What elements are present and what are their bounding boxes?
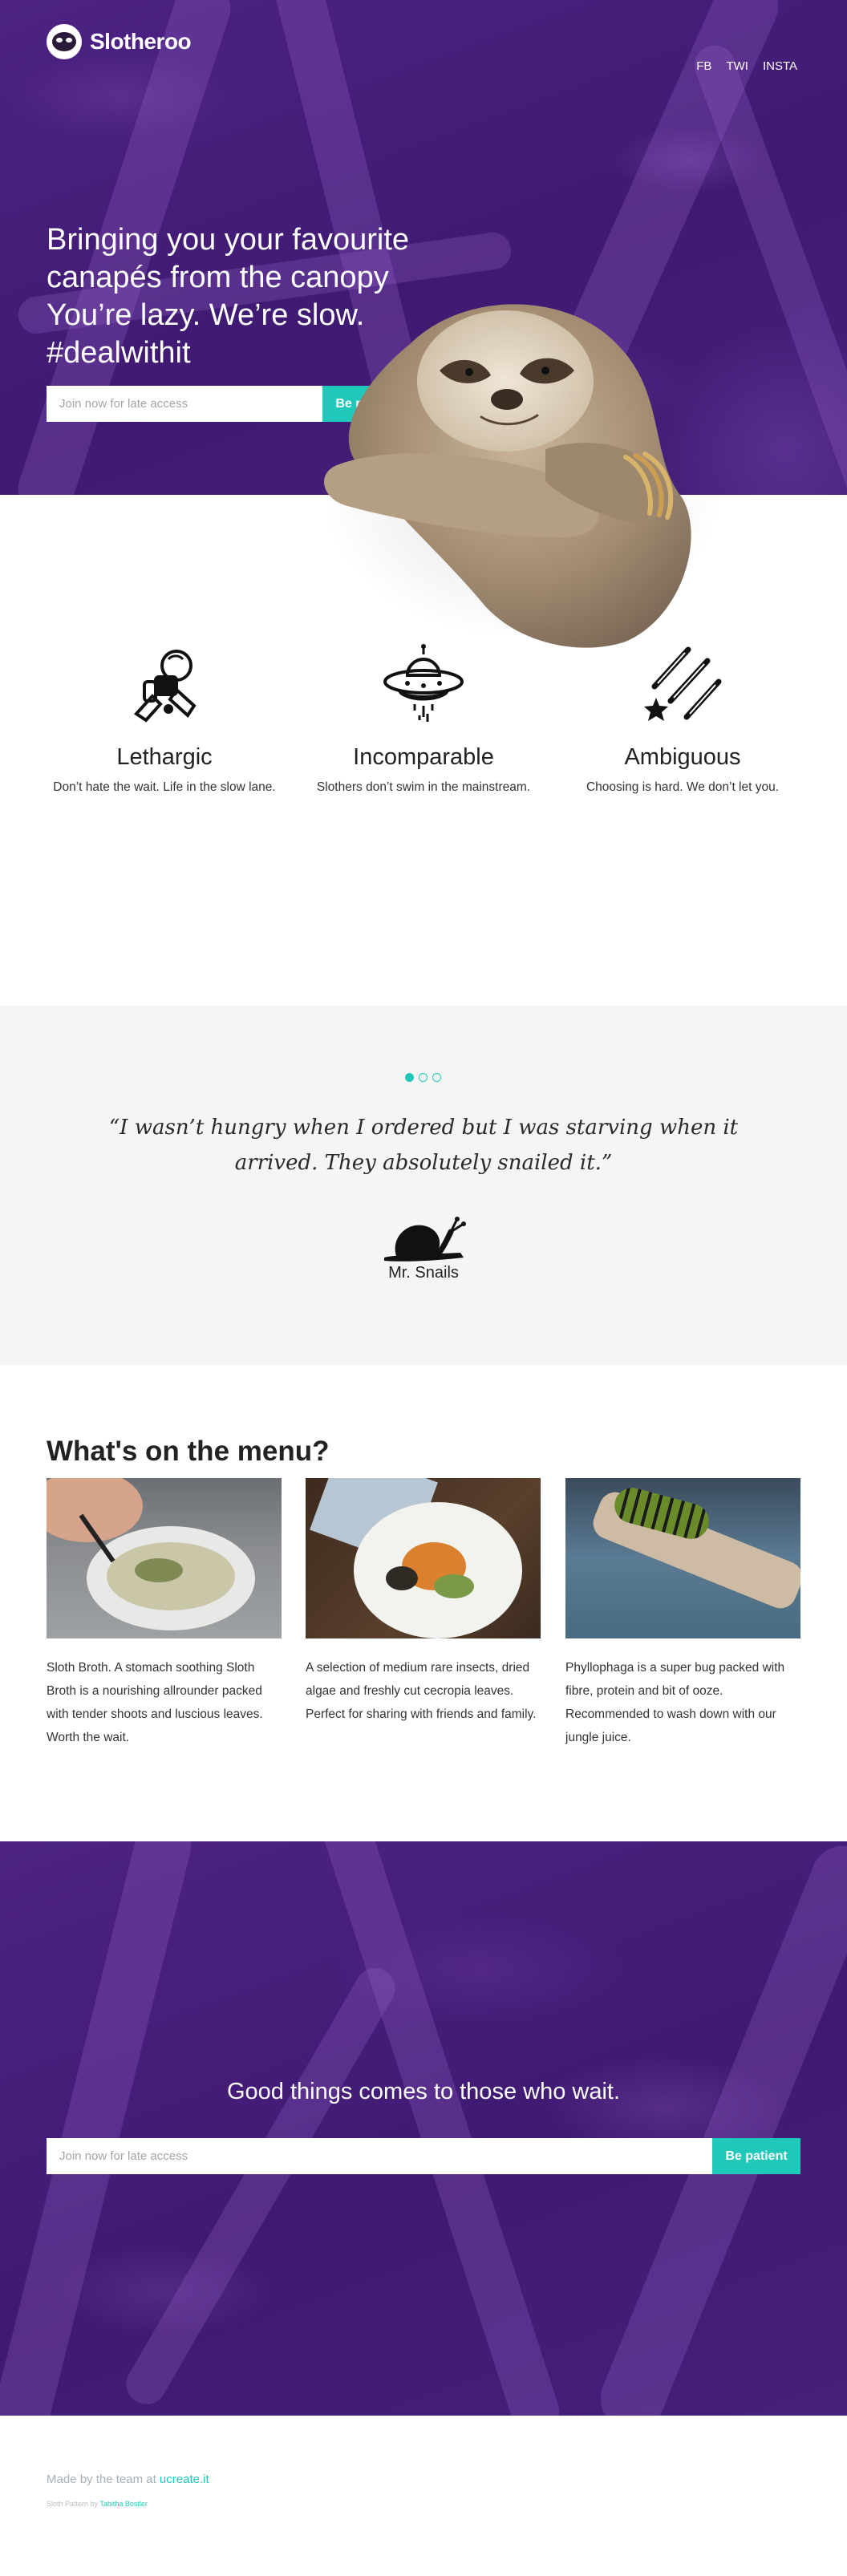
- footer-made-by-text: Made by the team at: [47, 2473, 160, 2486]
- cta-signup-form: Be patient: [47, 2138, 800, 2174]
- nav-link-twi[interactable]: TWI: [726, 59, 748, 73]
- features-section: Lethargic Don’t hate the wait. Life in t…: [0, 642, 847, 850]
- cta-be-patient-button[interactable]: Be patient: [712, 2138, 800, 2174]
- feature-title: Lethargic: [116, 744, 213, 770]
- feature-title: Ambiguous: [624, 744, 741, 770]
- feature-card: Lethargic Don’t hate the wait. Life in t…: [44, 642, 285, 796]
- sloth-face-icon: [47, 24, 82, 59]
- jungle-pattern: [119, 1961, 403, 2412]
- carousel-dot-1[interactable]: [405, 1073, 414, 1082]
- feature-text: Choosing is hard. We don’t let you.: [586, 780, 780, 794]
- feature-card: Ambiguous Choosing is hard. We don’t let…: [562, 642, 803, 796]
- ufo-icon: [383, 644, 464, 722]
- carousel-dot-2[interactable]: [419, 1073, 428, 1082]
- carousel-dots: [405, 1073, 441, 1082]
- footer-credit-text: Sloth Pattern by: [47, 2500, 100, 2508]
- menu-item-text: A selection of medium rare insects, drie…: [306, 1661, 537, 1721]
- cta-title: Good things comes to those who wait.: [226, 2079, 621, 2104]
- soup-bowl-photo: [47, 1478, 282, 1638]
- cta-section: Good things comes to those who wait. Be …: [0, 1841, 847, 2416]
- ucreate-link[interactable]: ucreate.it: [160, 2473, 209, 2486]
- sloth-illustration: [323, 304, 691, 648]
- hero-email-input[interactable]: [47, 386, 322, 422]
- shooting-stars-icon: [644, 646, 722, 721]
- menu-title: What's on the menu?: [47, 1436, 330, 1467]
- cta-email-input[interactable]: [47, 2138, 712, 2174]
- testimonial-quote: “I wasn’t hungry when I ordered but I wa…: [108, 1116, 739, 1175]
- footer-made-by: Made by the team at ucreate.it: [47, 2473, 209, 2486]
- pattern-credit-link[interactable]: Tabitha Bostler: [99, 2500, 148, 2508]
- social-nav: FB TWI INSTA: [696, 59, 797, 73]
- astronaut-icon: [133, 650, 197, 723]
- nav-link-insta[interactable]: INSTA: [763, 59, 797, 73]
- menu-card: Sloth Broth. A stomach soothing Sloth Br…: [47, 1478, 282, 1749]
- menu-item-text: Sloth Broth. A stomach soothing Sloth Br…: [47, 1661, 263, 1744]
- menu-item-text: Phyllophaga is a super bug packed with f…: [565, 1661, 785, 1744]
- feature-text: Don’t hate the wait. Life in the slow la…: [53, 780, 276, 794]
- snail-icon: [384, 1217, 466, 1262]
- brand-logo[interactable]: Slotheroo: [47, 24, 192, 59]
- testimonial-author: Mr. Snails: [388, 1264, 459, 1282]
- nav-link-fb[interactable]: FB: [696, 59, 711, 73]
- carousel-dot-3[interactable]: [432, 1073, 441, 1082]
- testimonial-section: “I wasn’t hungry when I ordered but I wa…: [0, 1006, 847, 1365]
- jungle-pattern: [316, 1841, 566, 2416]
- feature-text: Slothers don’t swim in the mainstream.: [316, 780, 531, 794]
- caterpillar-photo: [565, 1478, 800, 1638]
- menu-card: Phyllophaga is a super bug packed with f…: [565, 1478, 800, 1749]
- feature-card: Incomparable Slothers don’t swim in the …: [303, 642, 544, 796]
- salad-plate-photo: [306, 1478, 541, 1638]
- menu-card: A selection of medium rare insects, drie…: [306, 1478, 541, 1726]
- feature-title: Incomparable: [353, 744, 494, 770]
- jungle-pattern: [590, 1841, 847, 2416]
- brand-name: Slotheroo: [90, 29, 192, 54]
- footer-credit: Sloth Pattern by Tabitha Bostler: [47, 2500, 148, 2508]
